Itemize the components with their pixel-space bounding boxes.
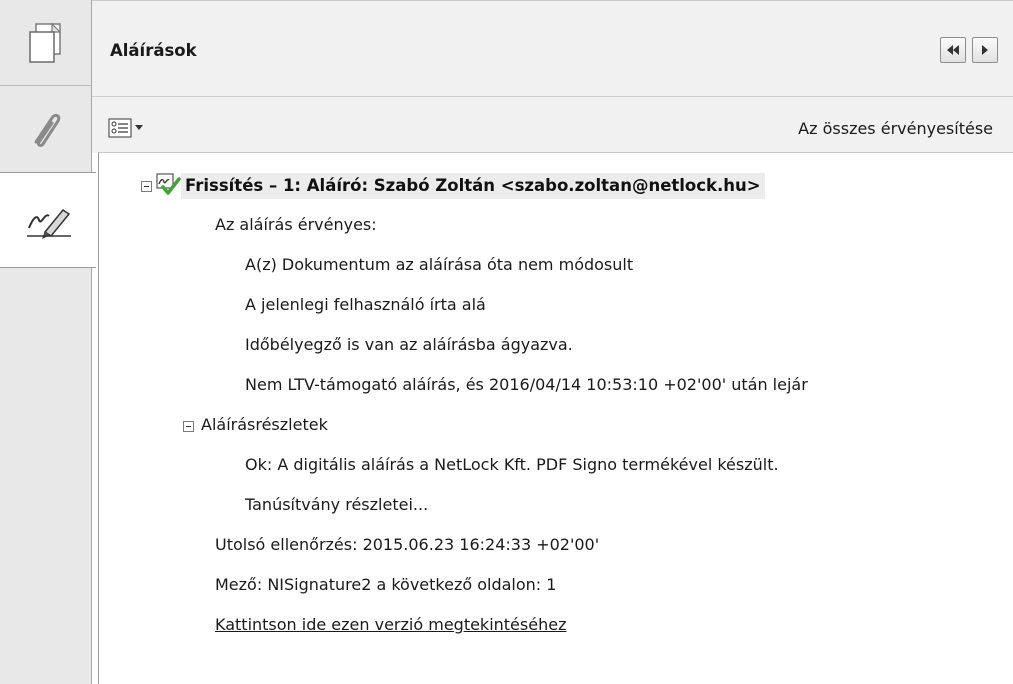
right-arrow-icon [982,45,988,55]
signature-tree: Frissítés – 1: Aláíró: Szabó Zoltán <sza… [98,152,1013,684]
status-detail-signer: A jelenlegi felhasználó írta alá [245,295,486,314]
options-menu-button[interactable] [108,117,152,139]
collapse-signature-toggle[interactable] [141,181,152,192]
signature-reason: Ok: A digitális aláírás a NetLock Kft. P… [245,455,779,474]
signature-valid-icon [156,173,181,195]
last-checked: Utolsó ellenőrzés: 2015.06.23 16:24:33 +… [215,535,600,554]
certificate-details-link[interactable]: Tanúsítvány részletei... [245,495,428,515]
signature-header[interactable]: Frissítés – 1: Aláíró: Szabó Zoltán <sza… [181,173,765,199]
status-detail-ltv: Nem LTV-támogató aláírás, és 2016/04/14 … [245,375,808,394]
panel-toolbar: Az összes érvényesítése [92,96,1013,153]
panel-title: Aláírások [110,41,197,60]
expand-panel-button[interactable] [972,37,998,63]
status-detail-unmodified: A(z) Dokumentum az aláírása óta nem módo… [245,255,634,274]
signature-pen-icon [27,208,71,239]
collapse-details-toggle[interactable] [183,421,194,432]
collapse-panel-button[interactable] [940,37,966,63]
page-thumbnails-tab[interactable] [0,2,91,86]
options-list-icon [108,118,143,138]
validate-all-button[interactable]: Az összes érvényesítése [798,119,993,138]
double-left-arrow-icon [947,45,959,55]
pages-icon [28,22,61,63]
panel-header: Aláírások [92,0,1013,97]
signature-details-label[interactable]: Aláírásrészletek [201,415,328,435]
attachments-tab[interactable] [0,86,91,174]
signatures-panel: Aláírások Az összes érvényesítése Frissí… [92,0,1013,684]
paperclip-icon [34,113,60,147]
status-detail-timestamp: Időbélyegző is van az aláírásba ágyazva. [245,335,573,354]
signature-field: Mező: NISignature2 a következő oldalon: … [215,575,557,594]
signatures-tab[interactable] [0,172,96,268]
view-signed-version-link[interactable]: Kattintson ide ezen verzió megtekintéséh… [215,615,566,635]
signature-status-label: Az aláírás érvényes: [215,215,377,234]
navigation-pane [0,0,96,684]
